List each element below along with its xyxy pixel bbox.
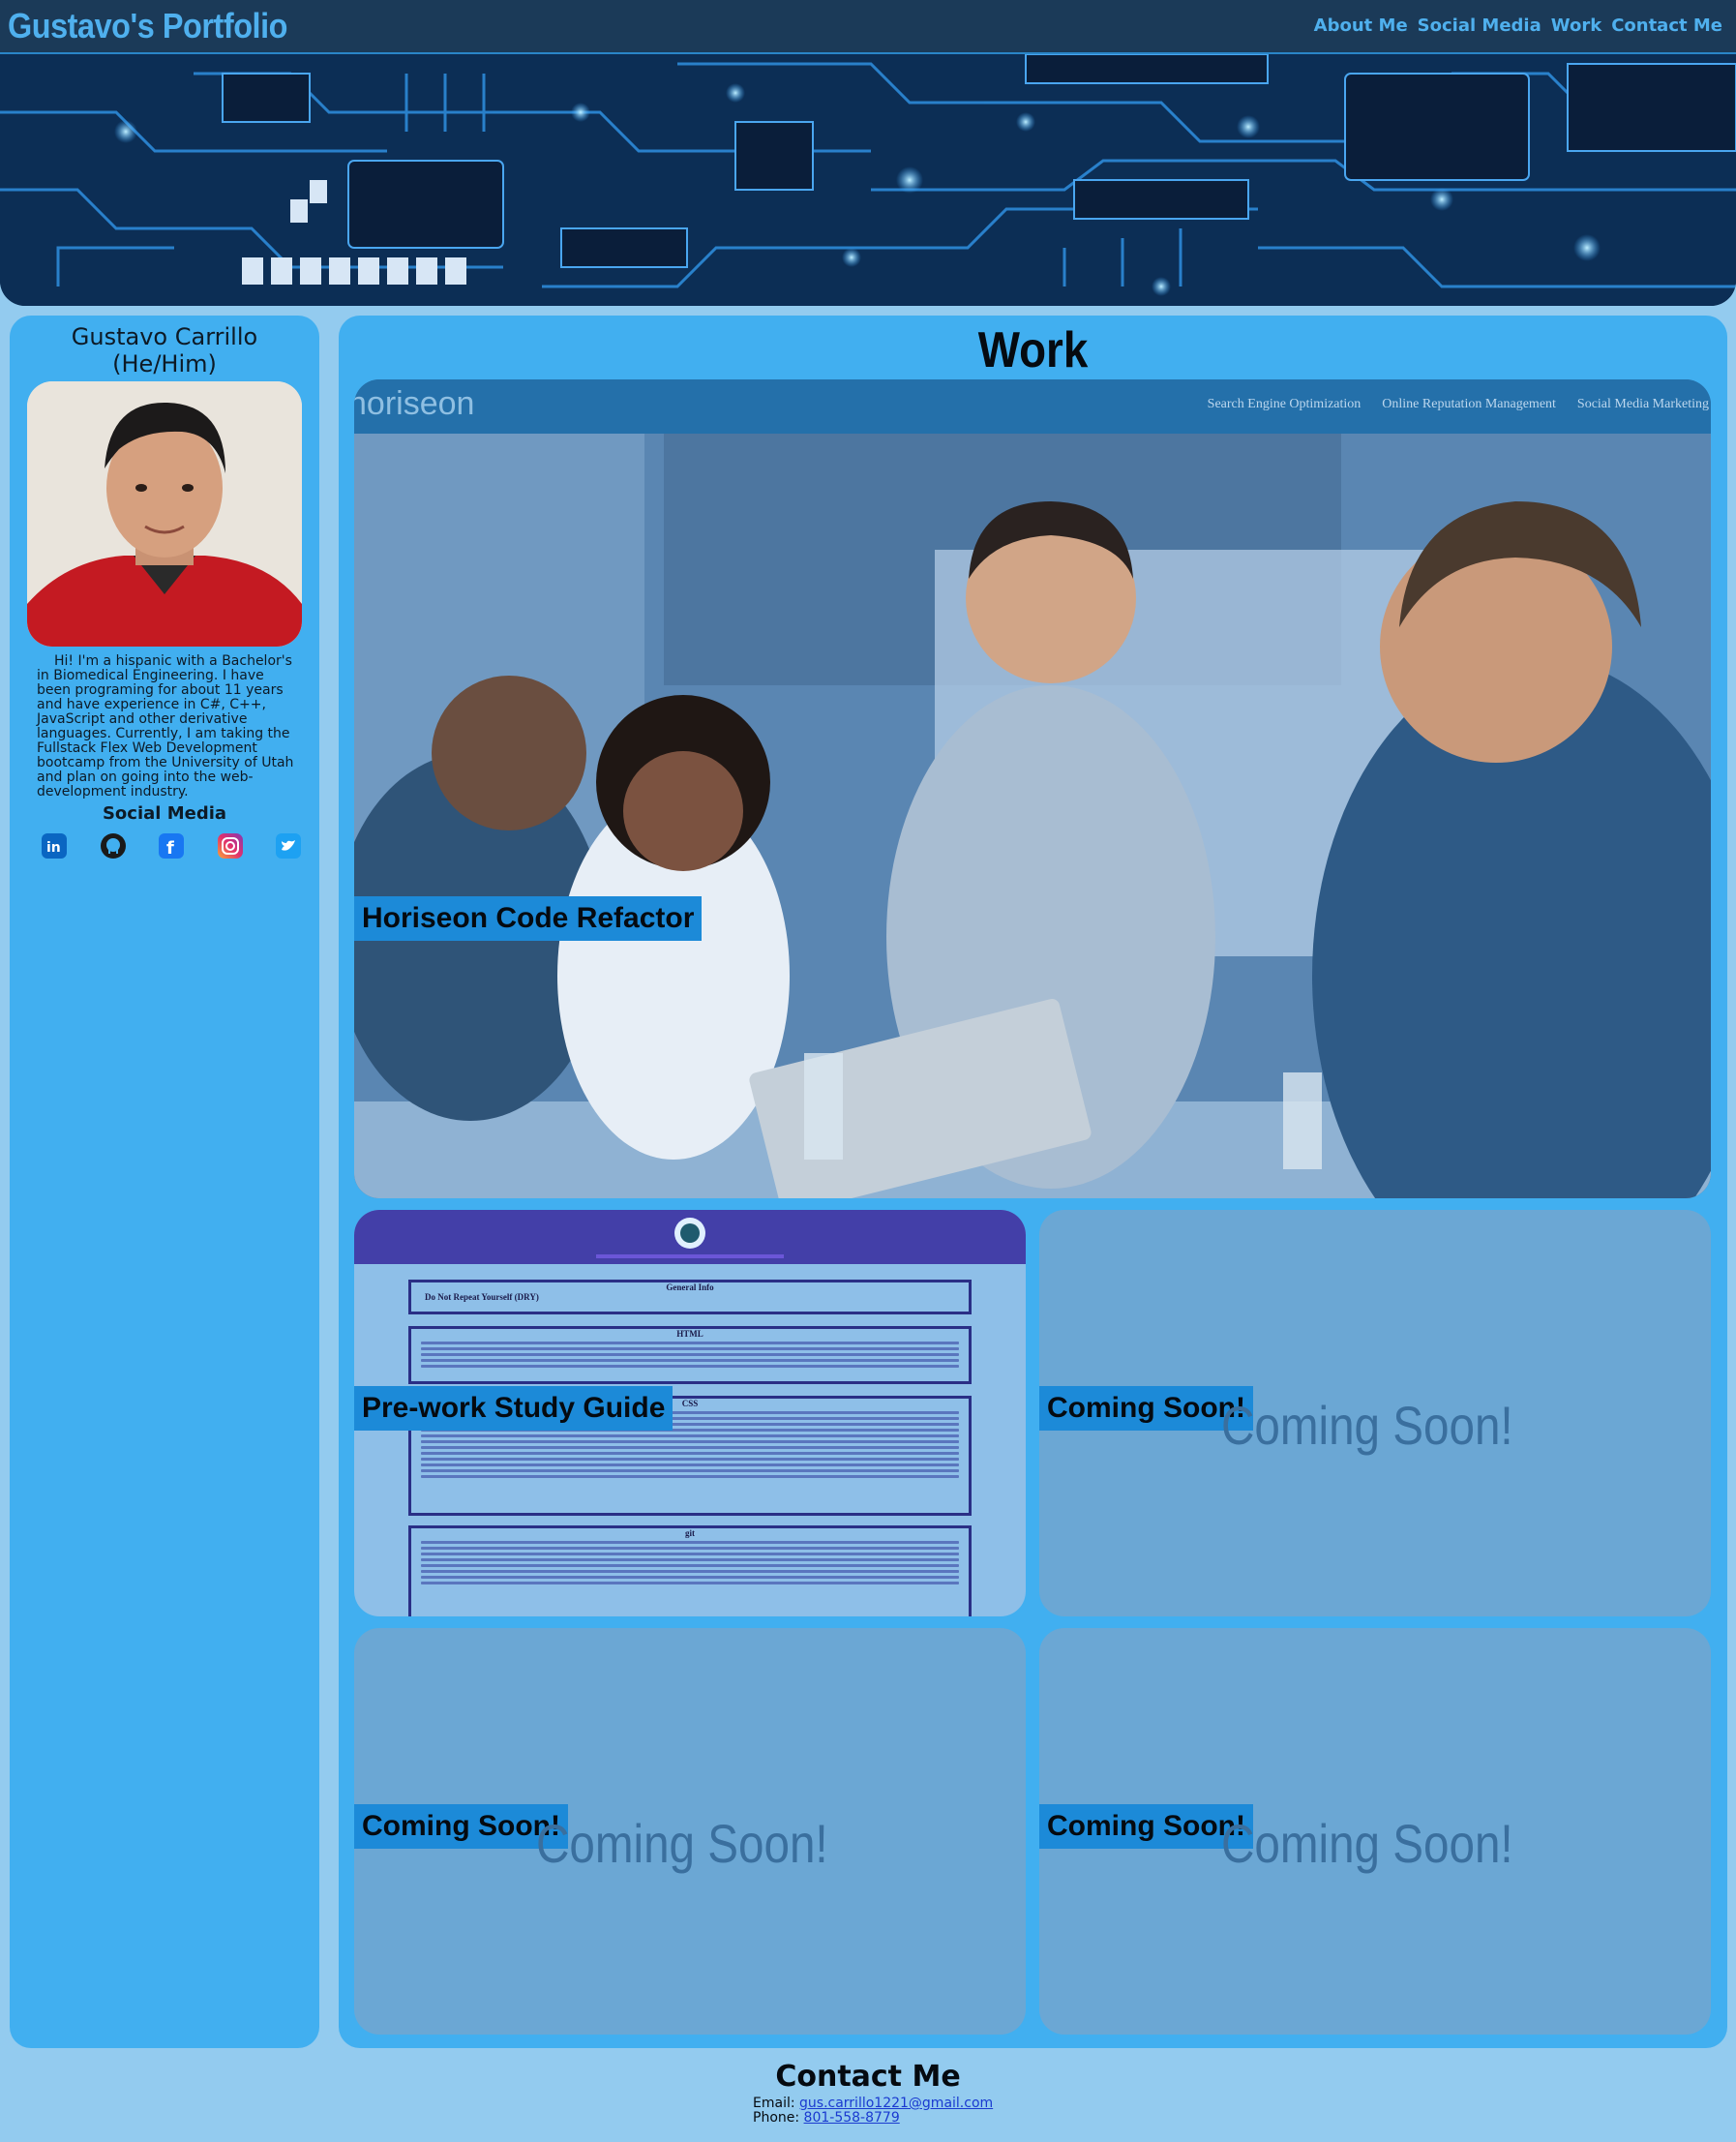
prework-section-general: General Info Do Not Repeat Yourself (DRY… — [408, 1280, 972, 1314]
email-link[interactable]: gus.carrillo1221@gmail.com — [799, 2096, 993, 2111]
horiseon-link: Search Engine Optimization — [1207, 397, 1362, 411]
prework-section-html: HTML — [408, 1326, 972, 1384]
horiseon-preview-photo — [354, 434, 1711, 1198]
profile-photo — [27, 381, 302, 647]
horiseon-link: Online Reputation Management — [1382, 397, 1556, 411]
work-panel: Work horiseon Search Engine Optimization… — [339, 316, 1727, 2048]
site-header: Gustavo's Portfolio About Me Social Medi… — [0, 0, 1736, 54]
circuit-board-image — [0, 54, 1736, 306]
svg-text:in: in — [46, 840, 61, 856]
main-nav: About Me Social Media Work Contact Me — [1314, 15, 1722, 36]
project-card-coming-soon[interactable]: Coming Soon! Coming Soon! — [354, 1628, 1026, 2035]
horiseon-preview-links: Search Engine Optimization Online Reputa… — [1208, 397, 1709, 412]
project-label[interactable]: Horiseon Code Refactor — [354, 896, 703, 941]
nav-social-media[interactable]: Social Media — [1418, 15, 1541, 36]
instagram-icon[interactable] — [217, 832, 244, 860]
profile-name-line1: Gustavo Carrillo — [71, 323, 258, 350]
bio-text: Hi! I'm a hispanic with a Bachelor's in … — [37, 653, 294, 799]
prework-section-title: HTML — [676, 1329, 703, 1339]
linkedin-icon[interactable]: in — [41, 832, 68, 860]
prework-dry-heading: Do Not Repeat Yourself (DRY) — [425, 1292, 539, 1302]
contact-email-line: Email: gus.carrillo1221@gmail.com — [753, 2096, 993, 2111]
project-card-prework[interactable]: General Info Do Not Repeat Yourself (DRY… — [354, 1210, 1026, 1616]
coming-soon-placeholder: Coming Soon! — [1221, 1395, 1513, 1456]
nav-work[interactable]: Work — [1551, 15, 1601, 36]
project-card-coming-soon[interactable]: Coming Soon! Coming Soon! — [1039, 1628, 1711, 2035]
horiseon-link: Social Media Marketing — [1576, 397, 1709, 411]
prework-section-title: General Info — [666, 1282, 714, 1292]
project-card-horiseon[interactable]: horiseon Search Engine Optimization Onli… — [354, 379, 1711, 1198]
about-me-panel: Gustavo Carrillo (He/Him) Hi! I'm a hisp… — [10, 316, 319, 2048]
prework-section-title: git — [685, 1528, 695, 1538]
phone-label: Phone: — [753, 2110, 800, 2126]
profile-name: Gustavo Carrillo (He/Him) — [10, 323, 319, 377]
prework-preview-header — [354, 1210, 1026, 1264]
email-label: Email: — [753, 2096, 795, 2111]
svg-text:f: f — [166, 838, 174, 859]
profile-pronouns: (He/Him) — [112, 350, 217, 377]
hero-banner — [0, 54, 1736, 306]
profile-portrait-image — [27, 381, 302, 647]
twitter-icon[interactable] — [275, 832, 302, 860]
project-card-coming-soon[interactable]: Coming Soon! Coming Soon! — [1039, 1210, 1711, 1616]
social-icons-row: in f — [41, 832, 302, 860]
prework-section-git: git — [408, 1525, 972, 1616]
project-label[interactable]: Pre-work Study Guide — [354, 1386, 673, 1431]
github-icon[interactable] — [100, 832, 127, 860]
coming-soon-placeholder: Coming Soon! — [1221, 1813, 1513, 1874]
horiseon-logo: horiseon — [354, 385, 475, 422]
facebook-icon[interactable]: f — [158, 832, 185, 860]
site-title[interactable]: Gustavo's Portfolio — [8, 6, 287, 46]
phone-link[interactable]: 801-558-8779 — [804, 2110, 900, 2126]
contact-title: Contact Me — [775, 2060, 961, 2094]
contact-phone-line: Phone: 801-558-8779 — [753, 2110, 900, 2126]
work-title: Work — [977, 322, 1089, 378]
nav-about-me[interactable]: About Me — [1314, 15, 1408, 36]
prework-logo-icon — [596, 1218, 784, 1258]
social-media-title: Social Media — [102, 803, 227, 824]
horiseon-preview-nav: horiseon Search Engine Optimization Onli… — [354, 379, 1711, 434]
nav-contact-me[interactable]: Contact Me — [1611, 15, 1722, 36]
coming-soon-placeholder: Coming Soon! — [536, 1813, 828, 1874]
team-meeting-image — [354, 434, 1711, 1198]
